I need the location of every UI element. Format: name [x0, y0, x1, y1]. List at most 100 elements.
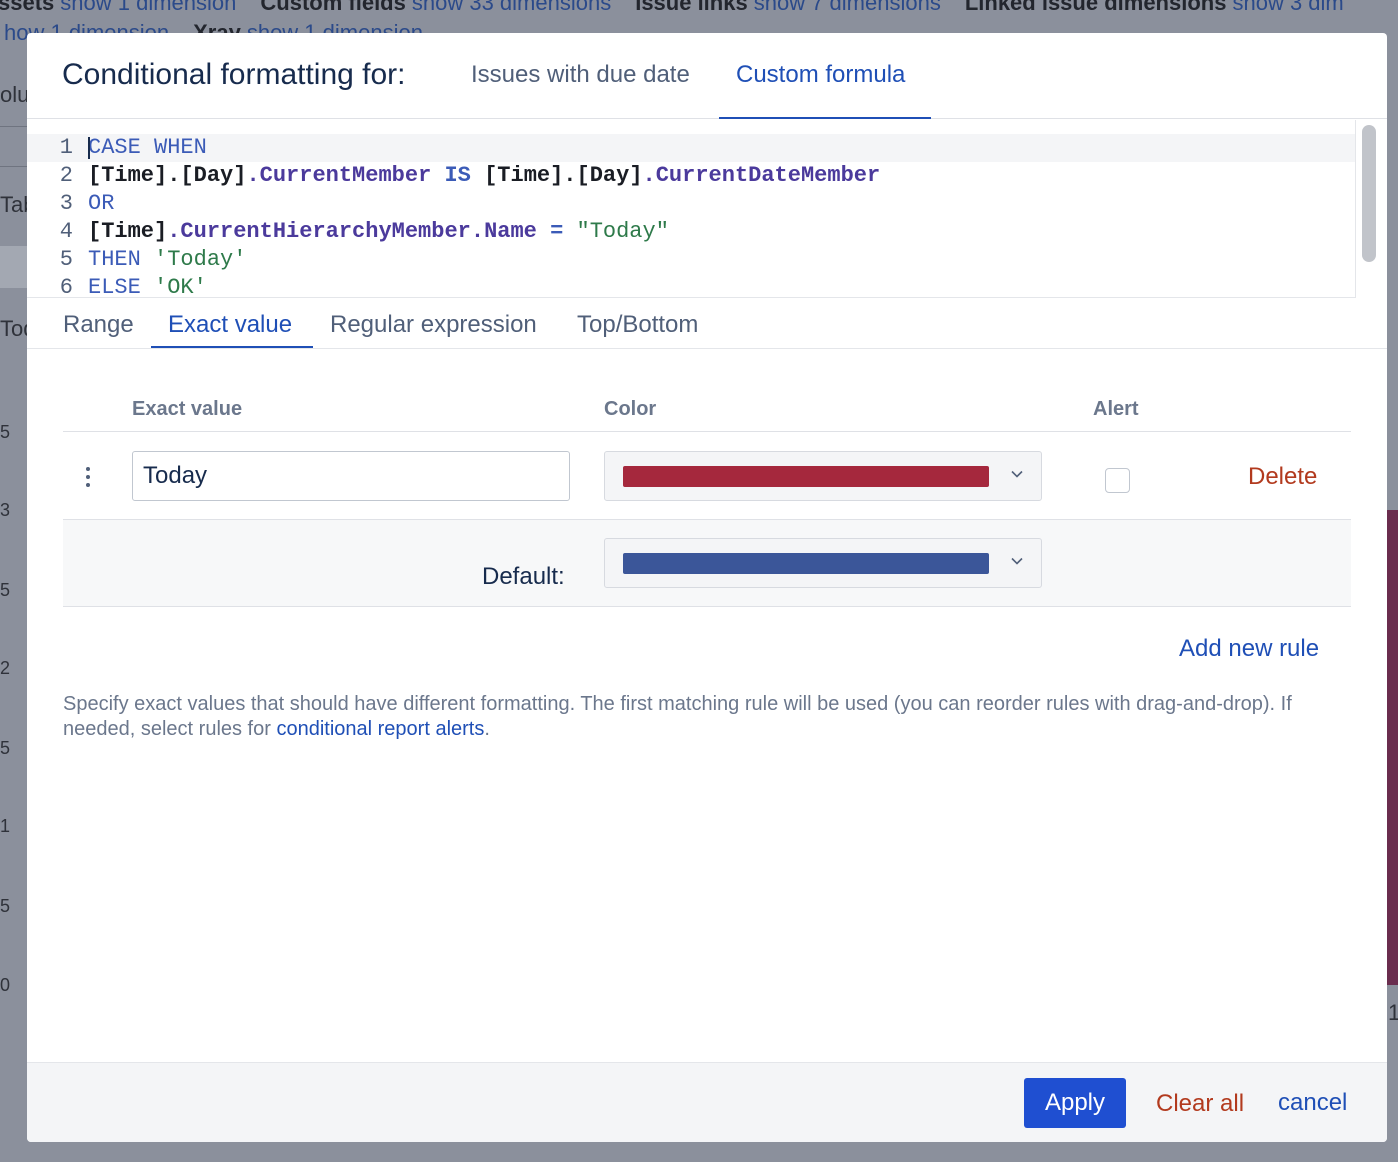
table-divider — [63, 431, 1351, 432]
chevron-down-icon — [1011, 468, 1023, 480]
background-divider — [0, 126, 27, 127]
code-token: 'Today' — [154, 247, 247, 272]
background-dimension-link: show 1 dimension — [60, 0, 237, 15]
background-side-text: Tod — [0, 316, 27, 341]
help-text: Specify exact values that should have di… — [63, 692, 1333, 742]
background-axis-tick: 5 — [0, 896, 11, 916]
tab-range[interactable]: Range — [63, 311, 134, 339]
background-divider — [0, 166, 27, 167]
column-header-color: Color — [604, 398, 657, 420]
background-expand-icon — [0, 246, 27, 288]
alert-checkbox[interactable] — [1105, 468, 1130, 493]
background-dimension-label: Issue links — [635, 0, 748, 15]
help-text-end: . — [484, 718, 490, 740]
code-token: [Time].[Day] — [470, 163, 643, 188]
background-axis-tick: 5 — [0, 580, 11, 600]
default-color-select[interactable] — [604, 538, 1042, 588]
background-side-text: Tab — [0, 192, 27, 217]
dialog-footer: Apply Clear all cancel — [27, 1062, 1387, 1142]
tab-custom-formula[interactable]: Custom formula — [736, 61, 905, 89]
background-dimension-link: show 7 dimensions — [753, 0, 941, 15]
dialog-title: Conditional formatting for: — [62, 58, 406, 91]
code-line[interactable]: 1 CASE WHEN — [27, 134, 1355, 162]
code-text: [Time].CurrentHierarchyMember.Name = "To… — [88, 218, 669, 246]
background-dimension-line-1: ssets show 1 dimension Custom fields show 3… — [0, 0, 1368, 16]
chevron-down-icon — [1011, 555, 1023, 567]
editor-scrollbar-thumb[interactable] — [1362, 125, 1376, 262]
line-number: 6 — [59, 275, 73, 300]
background-chart-bar — [1387, 510, 1398, 985]
default-color-swatch — [623, 553, 989, 574]
code-text: OR — [88, 190, 114, 218]
background-dimension-link: show 3 dim — [1232, 0, 1344, 15]
tab-issues-with-due-date[interactable]: Issues with due date — [471, 61, 690, 89]
code-token: "Today" — [576, 219, 669, 244]
code-token: OR — [88, 191, 115, 216]
code-token: [Time] — [88, 219, 168, 244]
rule-type-tabs: Range Exact value Regular expression Top… — [27, 299, 1387, 349]
cancel-link[interactable]: cancel — [1278, 1089, 1347, 1117]
formula-code-editor[interactable]: 6 ELSE 'OK' 5 THEN 'Today' 4 [Time].CurrentHi… — [27, 120, 1387, 300]
help-text-body: Specify exact values that should have di… — [63, 693, 1292, 740]
active-subtab-indicator — [151, 346, 313, 348]
background-axis-tick: 5 — [0, 738, 11, 758]
text-cursor — [88, 137, 90, 159]
code-line[interactable]: 2 [Time].[Day].CurrentMember IS [Time].[D… — [27, 162, 1355, 190]
tab-exact-value[interactable]: Exact value — [168, 311, 292, 339]
line-number: 4 — [59, 219, 73, 244]
code-text: CASE WHEN — [88, 134, 207, 162]
dialog-header: Conditional formatting for: Issues with … — [27, 33, 1387, 119]
background-side-text: olu — [0, 82, 27, 107]
background-axis-tick: 1 — [0, 816, 11, 836]
line-number: 5 — [59, 247, 73, 272]
line-number: 3 — [59, 191, 73, 216]
background-dimension-label: Linked issue dimensions — [964, 0, 1227, 15]
line-number: 1 — [59, 135, 73, 160]
code-token: = — [550, 219, 564, 244]
conditional-formatting-dialog: Conditional formatting for: Issues with … — [27, 33, 1387, 1142]
delete-rule-link[interactable]: Delete — [1248, 463, 1317, 491]
code-text: ELSE 'OK' — [88, 274, 207, 302]
exact-value-input[interactable] — [132, 451, 570, 501]
tab-regular-expression[interactable]: Regular expression — [330, 311, 537, 339]
table-divider — [63, 606, 1351, 607]
code-line[interactable]: 4 [Time].CurrentHierarchyMember.Name = "T… — [27, 218, 1355, 246]
code-line[interactable]: 5 THEN 'Today' — [27, 246, 1355, 274]
background-dimension-label: ssets — [0, 0, 55, 15]
background-axis-tick: 0 — [0, 975, 11, 995]
code-line[interactable]: 3 OR — [27, 190, 1355, 218]
code-token: CASE WHEN — [88, 135, 207, 160]
code-token: .CurrentDateMember — [642, 163, 881, 188]
code-line[interactable]: 6 ELSE 'OK' — [27, 274, 1355, 302]
code-token: THEN — [88, 247, 141, 272]
background-dimension-label: Custom fields — [260, 0, 406, 15]
line-number: 2 — [59, 163, 73, 188]
conditional-report-alerts-link[interactable]: conditional report alerts — [276, 718, 484, 740]
background-axis-tick: 5 — [0, 422, 11, 442]
apply-button[interactable]: Apply — [1024, 1078, 1126, 1128]
drag-handle-icon[interactable] — [85, 467, 91, 489]
code-token: IS — [444, 163, 471, 188]
code-text: THEN 'Today' — [88, 246, 246, 274]
rule-color-select[interactable] — [604, 451, 1042, 501]
code-text: [Time].[Day].CurrentMember IS [Time].[Da… — [88, 162, 880, 190]
clear-all-link[interactable]: Clear all — [1156, 1090, 1244, 1118]
active-tab-indicator — [719, 117, 931, 119]
code-token: 'OK' — [154, 275, 207, 300]
code-token: .CurrentMember — [246, 163, 432, 188]
background-axis-tick: 2 — [0, 658, 11, 678]
column-header-alert: Alert — [1093, 398, 1139, 420]
default-label: Default: — [482, 563, 565, 590]
column-header-exact-value: Exact value — [132, 398, 243, 420]
background-axis-tick: 3 — [0, 500, 11, 520]
code-token: ELSE — [88, 275, 141, 300]
rule-color-swatch — [623, 466, 989, 487]
tab-top-bottom[interactable]: Top/Bottom — [577, 311, 698, 339]
background-dimension-link: show 33 dimensions — [411, 0, 612, 15]
add-new-rule-link[interactable]: Add new rule — [1179, 635, 1319, 663]
